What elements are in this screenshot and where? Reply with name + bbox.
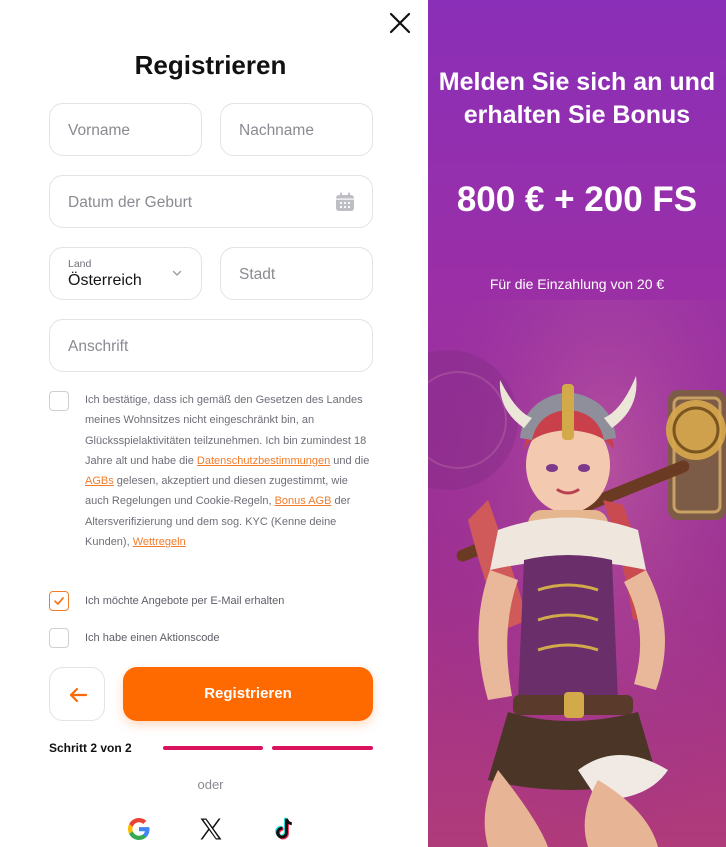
- promo-headline: Melden Sie sich an und erhalten Sie Bonu…: [438, 68, 716, 129]
- offers-checkbox[interactable]: [49, 591, 69, 611]
- offers-label: Ich möchte Angebote per E-Mail erhalten: [85, 595, 285, 607]
- consent-text: Ich bestätige, dass ich gemäß den Gesetz…: [85, 394, 370, 549]
- x-icon[interactable]: [197, 815, 225, 843]
- chevron-down-icon: [172, 270, 182, 276]
- terms-link[interactable]: AGBs: [85, 475, 114, 487]
- progress-step-1: [163, 746, 263, 750]
- consent-checkbox[interactable]: [49, 391, 69, 411]
- checkmark-icon: [54, 597, 64, 605]
- birthdate-placeholder: Datum der Geburt: [68, 194, 193, 211]
- promo-amount: 800 € + 200 FS: [456, 180, 698, 219]
- or-divider: oder: [197, 777, 224, 792]
- betting-rules-link[interactable]: Wettregeln: [133, 536, 186, 548]
- first-name-field[interactable]: Vorname: [49, 103, 202, 156]
- promo-code-label: Ich habe einen Aktionscode: [85, 632, 220, 644]
- city-placeholder: Stadt: [239, 266, 276, 283]
- close-icon[interactable]: [386, 9, 414, 37]
- register-button[interactable]: Registrieren: [123, 667, 373, 721]
- last-name-field[interactable]: Nachname: [220, 103, 373, 156]
- address-placeholder: Anschrift: [68, 338, 129, 355]
- country-label: Land: [68, 258, 92, 270]
- first-name-placeholder: Vorname: [68, 122, 131, 139]
- tiktok-icon[interactable]: [270, 815, 298, 843]
- promo-code-checkbox[interactable]: [49, 628, 69, 648]
- page-title: Registrieren: [134, 50, 287, 80]
- promo-panel: Melden Sie sich an und erhalten Sie Bonu…: [428, 0, 726, 847]
- address-field[interactable]: Anschrift: [49, 319, 373, 372]
- registration-panel: Registrieren Vorname Nachname Datum der …: [0, 0, 428, 847]
- birthdate-field[interactable]: Datum der Geburt: [49, 175, 373, 228]
- viking-warrior-illustration: [428, 300, 726, 847]
- privacy-link[interactable]: Datenschutzbestimmungen: [197, 455, 330, 467]
- country-select[interactable]: Land Österreich: [49, 247, 202, 300]
- arrow-left-icon: [69, 687, 88, 703]
- back-button[interactable]: [49, 667, 105, 721]
- country-value: Österreich: [68, 272, 142, 289]
- bonus-terms-link[interactable]: Bonus AGB: [275, 495, 332, 507]
- calendar-icon[interactable]: [334, 191, 356, 213]
- google-icon[interactable]: [125, 815, 153, 843]
- last-name-placeholder: Nachname: [239, 122, 314, 139]
- progress-step-2: [272, 746, 373, 750]
- city-field[interactable]: Stadt: [220, 247, 373, 300]
- promo-subline: Für die Einzahlung von 20 €: [489, 276, 665, 292]
- step-indicator: Schritt 2 von 2: [49, 741, 132, 755]
